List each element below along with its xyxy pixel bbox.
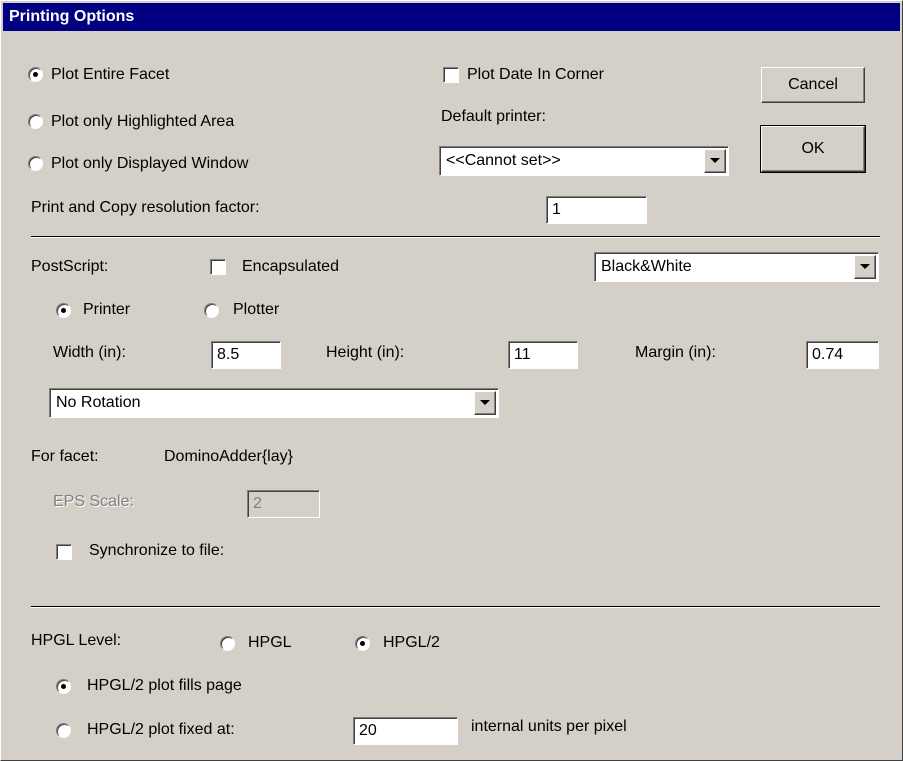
radio-fills-page-label: HPGL/2 plot fills page xyxy=(87,677,242,694)
radio-hpgl2-icon[interactable] xyxy=(355,636,370,651)
default-printer-dropdown[interactable]: <<Cannot set>> xyxy=(439,146,729,176)
eps-scale-label: EPS Scale: xyxy=(53,493,134,510)
default-printer-value: <<Cannot set>> xyxy=(446,152,561,169)
radio-plot-displayed-window-label: Plot only Displayed Window xyxy=(51,155,249,172)
rotation-dropdown-button[interactable] xyxy=(474,391,496,415)
radio-printer-label: Printer xyxy=(83,301,131,318)
encapsulated-checkbox[interactable] xyxy=(210,259,226,275)
rotation-value: No Rotation xyxy=(56,394,141,411)
radio-plot-entire-facet-icon[interactable] xyxy=(28,67,43,82)
color-mode-dropdown-button[interactable] xyxy=(854,255,876,279)
radio-fixed-at-icon[interactable] xyxy=(56,723,71,738)
resolution-label: Print and Copy resolution factor: xyxy=(31,199,260,216)
radio-fills-page-icon[interactable] xyxy=(56,679,71,694)
postscript-label: PostScript: xyxy=(31,258,109,275)
printing-options-dialog: Printing Options Plot Entire Facet Plot … xyxy=(0,0,903,761)
width-input[interactable] xyxy=(211,341,281,369)
radio-fixed-at-label: HPGL/2 plot fixed at: xyxy=(87,721,235,738)
height-input[interactable] xyxy=(508,341,578,369)
radio-plot-entire-facet-label: Plot Entire Facet xyxy=(51,66,170,83)
plot-date-checkbox[interactable] xyxy=(443,67,459,83)
chevron-down-icon xyxy=(480,400,490,405)
title-bar: Printing Options xyxy=(3,3,900,31)
radio-plot-displayed-window-icon[interactable] xyxy=(28,156,43,171)
facet-label: For facet: xyxy=(31,448,99,465)
radio-plotter-icon[interactable] xyxy=(204,303,219,318)
hpgl-level-label: HPGL Level: xyxy=(31,632,122,649)
eps-scale-input xyxy=(247,490,320,518)
default-printer-label: Default printer: xyxy=(441,108,546,125)
radio-plot-highlighted-area-label: Plot only Highlighted Area xyxy=(51,113,235,130)
resolution-input[interactable] xyxy=(546,196,647,224)
default-printer-dropdown-button[interactable] xyxy=(704,149,726,173)
fixed-units-input[interactable] xyxy=(353,717,458,745)
margin-label: Margin (in): xyxy=(635,344,716,361)
synchronize-checkbox[interactable] xyxy=(56,544,72,560)
radio-hpgl-label: HPGL xyxy=(248,634,292,651)
ok-button[interactable]: OK xyxy=(760,125,866,173)
radio-plot-highlighted-area-icon[interactable] xyxy=(28,114,43,129)
radio-hpgl2-label: HPGL/2 xyxy=(383,634,440,651)
encapsulated-label: Encapsulated xyxy=(242,258,339,275)
radio-plotter-label: Plotter xyxy=(233,301,280,318)
rotation-dropdown[interactable]: No Rotation xyxy=(49,388,499,418)
section-divider-hpgl xyxy=(31,606,880,608)
facet-value: DominoAdder{lay} xyxy=(164,448,293,465)
height-label: Height (in): xyxy=(326,344,405,361)
synchronize-label: Synchronize to file: xyxy=(89,542,225,559)
units-label: internal units per pixel xyxy=(471,718,627,735)
radio-printer-icon[interactable] xyxy=(56,303,71,318)
radio-hpgl-icon[interactable] xyxy=(220,636,235,651)
color-mode-value: Black&White xyxy=(601,258,692,275)
cancel-button[interactable]: Cancel xyxy=(761,67,865,103)
chevron-down-icon xyxy=(710,158,720,163)
margin-input[interactable] xyxy=(806,341,879,369)
plot-date-label: Plot Date In Corner xyxy=(467,66,604,83)
section-divider xyxy=(31,236,880,238)
chevron-down-icon xyxy=(860,264,870,269)
width-label: Width (in): xyxy=(53,344,126,361)
color-mode-dropdown[interactable]: Black&White xyxy=(594,252,879,282)
